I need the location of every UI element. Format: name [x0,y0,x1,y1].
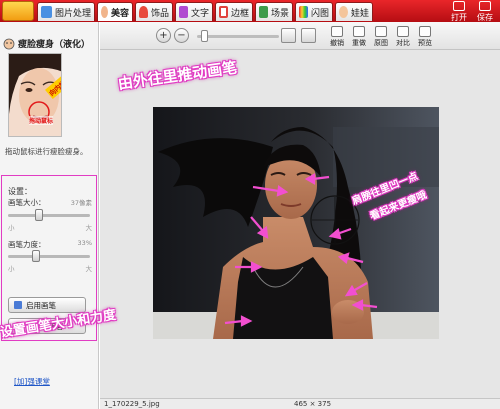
tab-label: 文字 [190,8,209,19]
top-toolbar: 图片处理 美容 饰品 文字 边框 场景 闪图 娃娃 打开 保存 [0,0,500,22]
face-icon [3,38,15,49]
tab-accessory[interactable]: 饰品 [135,2,173,21]
brush-icon [14,301,22,309]
zoom-in-icon[interactable]: + [156,28,171,43]
fit-screen-icon[interactable] [281,28,296,43]
settings-title: 设置： [8,187,32,196]
flash-icon [299,6,308,18]
compare-label: 对比 [396,39,410,47]
status-dimensions: 465 × 375 [294,400,332,408]
thumb-mouse-label: 拖动鼠标 [29,116,54,125]
beauty-face-icon [101,6,108,18]
brush-size-range: 小 大 [8,222,92,232]
doll-icon [339,6,348,18]
tab-label: 饰品 [150,8,169,19]
tab-beauty[interactable]: 美容 [97,2,133,21]
text-icon [179,6,188,18]
save-icon [479,1,491,11]
tab-label: 图片处理 [54,8,91,19]
preview-label: 预览 [418,39,432,47]
compare-icon [397,26,409,37]
max-label: 大 [85,265,93,273]
undo-label: 撤销 [330,39,344,47]
save-label: 保存 [477,13,493,22]
heart-accessory-icon [139,6,148,18]
enable-brush-label: 启用画笔 [26,300,56,310]
frame-icon [219,6,228,18]
photo-canvas[interactable] [153,107,439,339]
workspace-toolbar: + − 撤销 重做 原图 对比 预览 [100,22,500,50]
save-button[interactable]: 保存 [474,1,496,22]
zoom-out-icon[interactable]: − [174,28,189,43]
panel-header: 瘦脸瘦身（液化） [3,37,90,50]
brush-force-range: 小 大 [8,263,92,273]
brush-size-label: 画笔大小： [8,198,46,207]
min-label: 小 [8,265,15,273]
folder-icon [453,1,465,11]
tab-flash[interactable]: 闪图 [295,2,333,21]
scene-icon [259,6,268,18]
open-label: 打开 [451,13,467,22]
panel-description: 拖动鼠标进行瘦脸瘦身。 [5,147,88,156]
brush-force-slider[interactable] [8,250,90,262]
example-thumbnail: 向内推 拖动鼠标 [8,53,62,137]
tab-image-process[interactable]: 图片处理 [37,2,95,21]
app-logo [2,1,34,21]
zoom-slider[interactable] [197,35,279,38]
brush-force-knob[interactable] [32,250,41,262]
brush-size-value: 37像素 [70,199,92,207]
image-process-icon [41,6,52,18]
tab-label: 边框 [230,8,249,19]
redo-button[interactable]: 重做 [348,26,370,48]
status-filename: 1_170229_5.jpg [104,400,160,408]
panel-title: 瘦脸瘦身（液化） [18,40,91,50]
help-link[interactable]: [加]强课堂 [14,376,50,387]
min-label: 小 [8,224,15,232]
status-bar: 1_170229_5.jpg 465 × 375 [100,398,500,409]
redo-label: 重做 [352,39,366,47]
tab-label: 闪图 [310,8,329,19]
brush-force-row: 画笔力度： 33% [8,239,92,250]
brush-force-value: 33% [77,239,92,247]
tab-frame[interactable]: 边框 [215,2,253,21]
tab-label: 娃娃 [350,8,369,19]
open-button[interactable]: 打开 [448,1,470,22]
original-label: 原图 [374,39,388,47]
max-label: 大 [85,224,93,232]
tab-scene[interactable]: 场景 [255,2,293,21]
preview-button[interactable]: 预览 [414,26,436,48]
preview-icon [419,26,431,37]
left-panel: 瘦脸瘦身（液化） 向内推 拖动鼠标 拖动鼠标进行瘦脸瘦身。 设置： 画笔大小： … [0,22,99,409]
brush-size-knob[interactable] [35,209,44,221]
undo-button[interactable]: 撤销 [326,26,348,48]
tab-label: 美容 [110,8,129,19]
zoom-slider-knob[interactable] [200,30,208,42]
undo-icon [331,26,343,37]
brush-size-slider[interactable] [8,209,90,221]
actual-size-icon[interactable] [301,28,316,43]
redo-icon [353,26,365,37]
tab-doll[interactable]: 娃娃 [335,2,373,21]
brush-force-label: 画笔力度： [8,240,46,249]
original-image-button[interactable]: 原图 [370,26,392,48]
original-image-icon [375,26,387,37]
tab-text[interactable]: 文字 [175,2,213,21]
compare-button[interactable]: 对比 [392,26,414,48]
tab-label: 场景 [270,8,289,19]
brush-size-row: 画笔大小： 37像素 [8,197,92,208]
